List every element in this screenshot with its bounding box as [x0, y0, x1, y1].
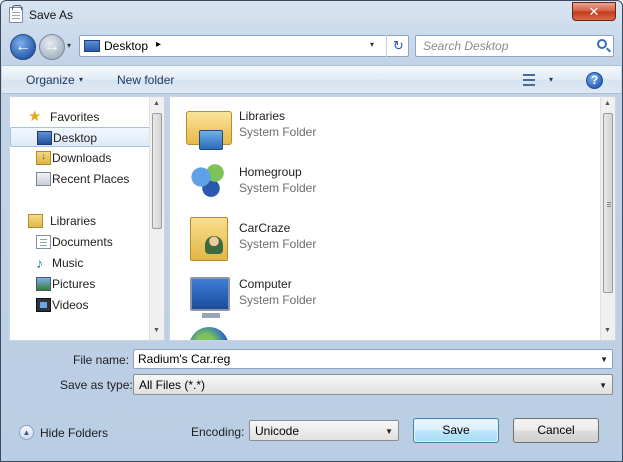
file-type: System Folder [239, 125, 317, 139]
encoding-value: Unicode [255, 424, 300, 438]
encoding-select[interactable]: Unicode ▼ [249, 420, 399, 441]
file-type: System Folder [239, 293, 317, 307]
file-name-label: File name: [73, 353, 130, 367]
search-icon[interactable] [597, 39, 607, 49]
scroll-down-arrow-icon[interactable]: ▼ [153, 327, 160, 334]
address-bar[interactable]: Desktop ▸ ▾ ↻ [79, 35, 409, 57]
scrollbar-thumb[interactable] [152, 113, 162, 229]
address-location[interactable]: Desktop [104, 39, 148, 53]
file-type: System Folder [239, 237, 317, 251]
command-toolbar: Organize ▾ New folder ▾ ? [2, 65, 621, 94]
recent-pages-dropdown[interactable]: ▾ [67, 41, 71, 50]
list-item[interactable]: Libraries System Folder [186, 105, 486, 155]
sidebar-item-label: Documents [52, 235, 113, 249]
sidebar-group-label: Favorites [50, 110, 100, 124]
file-name-field[interactable]: Radium's Car.reg ▼ [133, 349, 613, 369]
address-dropdown-button[interactable]: ▾ [370, 40, 374, 49]
sidebar-item-desktop[interactable]: Desktop [10, 127, 151, 147]
save-as-type-value: All Files (*.*) [139, 378, 206, 392]
computer-icon [190, 277, 230, 318]
search-input[interactable]: Search Desktop [415, 35, 614, 57]
downloads-icon [36, 151, 51, 165]
view-options-dropdown[interactable]: ▾ [549, 75, 553, 84]
title-bar: Save As ✕ [1, 1, 622, 29]
star-icon: ★ [28, 108, 42, 125]
network-globe-icon [189, 327, 229, 340]
file-name: Homegroup [239, 165, 302, 179]
sidebar-group-favorites[interactable]: ★ Favorites [10, 107, 151, 127]
sidebar-group-label: Libraries [50, 214, 97, 228]
sidebar-item-downloads[interactable]: Downloads [10, 148, 151, 168]
refresh-button[interactable]: ↻ [386, 35, 410, 57]
desktop-icon [84, 40, 100, 52]
list-item[interactable] [186, 327, 486, 340]
libraries-folder-icon [186, 111, 232, 150]
chevron-down-icon[interactable]: ▼ [385, 427, 393, 436]
notepad-icon [9, 5, 23, 23]
documents-icon [36, 235, 51, 249]
sidebar-item-label: Pictures [52, 277, 96, 291]
close-button[interactable]: ✕ [572, 2, 616, 21]
navigation-pane: ★ Favorites Desktop Downloads Recent Pla… [9, 96, 165, 341]
save-as-type-label: Save as type: [60, 378, 133, 392]
help-icon[interactable]: ? [586, 72, 603, 89]
sidebar-group-libraries[interactable]: Libraries [10, 211, 151, 231]
videos-icon [36, 298, 51, 312]
music-icon: ♪ [36, 255, 43, 271]
sidebar-item-label: Music [52, 256, 84, 270]
homegroup-icon [189, 161, 229, 201]
sidebar-item-documents[interactable]: Documents [10, 232, 151, 252]
scroll-up-arrow-icon[interactable]: ▲ [604, 100, 611, 107]
file-list: Libraries System Folder Homegroup System… [169, 96, 616, 341]
pictures-icon [36, 277, 51, 291]
cancel-button[interactable]: Cancel [513, 418, 599, 443]
sidebar-item-pictures[interactable]: Pictures [10, 274, 151, 294]
search-placeholder: Search Desktop [423, 39, 509, 53]
recent-places-icon [36, 172, 51, 186]
back-button[interactable]: ← [10, 34, 36, 60]
new-folder-button[interactable]: New folder [117, 73, 174, 87]
list-item[interactable]: Homegroup System Folder [186, 161, 486, 211]
list-item[interactable]: Computer System Folder [186, 273, 486, 323]
file-type: System Folder [239, 181, 317, 195]
list-item[interactable]: CarCraze System Folder [186, 217, 486, 267]
sidebar-item-music[interactable]: ♪ Music [10, 253, 151, 273]
file-name: Computer [239, 277, 292, 291]
file-name: CarCraze [239, 221, 291, 235]
file-list-scrollbar[interactable]: ▲ ▼ [600, 97, 615, 340]
window-title: Save As [29, 8, 74, 22]
chevron-down-icon[interactable]: ▾ [79, 75, 83, 84]
user-folder-icon [190, 217, 228, 261]
desktop-icon [37, 131, 52, 145]
sidebar-item-label: Recent Places [52, 172, 130, 186]
save-as-dialog: Save As ✕ ← → ▾ Desktop ▸ ▾ ↻ Search Des… [0, 0, 623, 462]
file-name: Libraries [239, 109, 286, 123]
organize-button[interactable]: Organize [26, 73, 75, 87]
save-as-type-select[interactable]: All Files (*.*) ▼ [133, 374, 613, 395]
chevron-down-icon[interactable]: ▼ [599, 381, 607, 390]
chevron-down-icon[interactable]: ▼ [600, 355, 608, 364]
libraries-icon [28, 214, 43, 228]
sidebar-item-videos[interactable]: Videos [10, 295, 151, 315]
encoding-label: Encoding: [191, 425, 245, 439]
sidebar-scrollbar[interactable]: ▲ ▼ [149, 97, 164, 340]
sidebar-item-label: Desktop [53, 131, 98, 145]
forward-button[interactable]: → [39, 34, 65, 60]
hide-folders-label[interactable]: Hide Folders [40, 426, 108, 440]
scroll-up-arrow-icon[interactable]: ▲ [153, 100, 160, 107]
sidebar-item-label: Downloads [52, 151, 112, 165]
save-button[interactable]: Save [413, 418, 499, 443]
file-name-value[interactable]: Radium's Car.reg [138, 352, 230, 366]
grip-icon [607, 202, 611, 203]
scroll-down-arrow-icon[interactable]: ▼ [604, 327, 611, 334]
sidebar-item-label: Videos [52, 298, 89, 312]
breadcrumb-arrow-icon[interactable]: ▸ [156, 39, 161, 50]
change-view-icon[interactable] [523, 74, 535, 86]
scrollbar-thumb[interactable] [603, 113, 613, 293]
sidebar-item-recent-places[interactable]: Recent Places [10, 169, 151, 189]
collapse-icon[interactable]: ▲ [19, 425, 34, 440]
